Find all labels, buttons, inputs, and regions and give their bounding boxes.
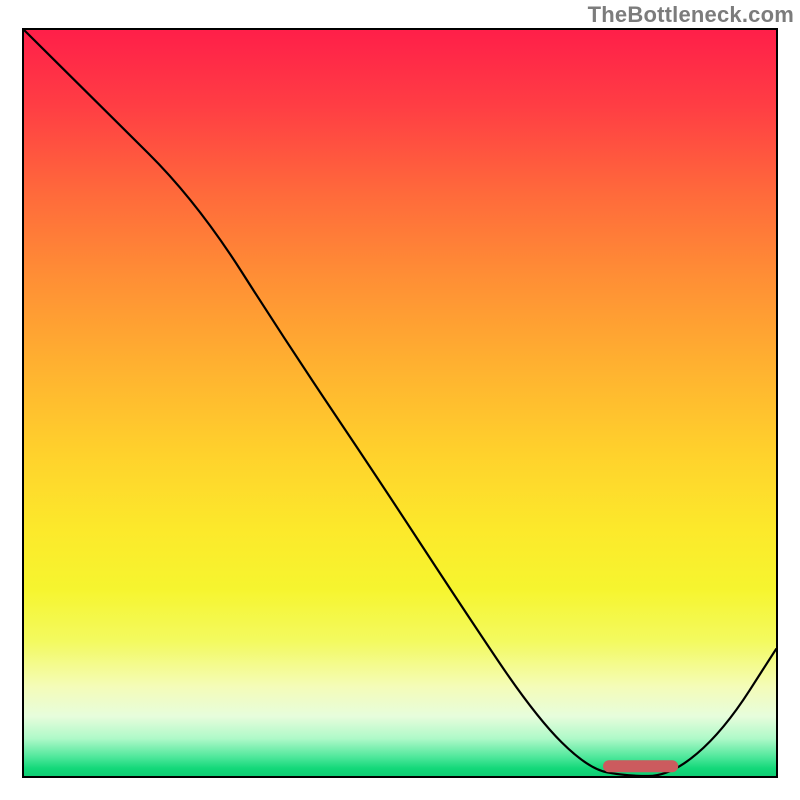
plot-frame xyxy=(22,28,778,778)
chart-stage: TheBottleneck.com xyxy=(0,0,800,800)
plot-svg xyxy=(24,30,776,776)
bottleneck-curve xyxy=(24,30,776,776)
optimal-range-marker xyxy=(603,760,678,772)
watermark-text: TheBottleneck.com xyxy=(588,2,794,28)
